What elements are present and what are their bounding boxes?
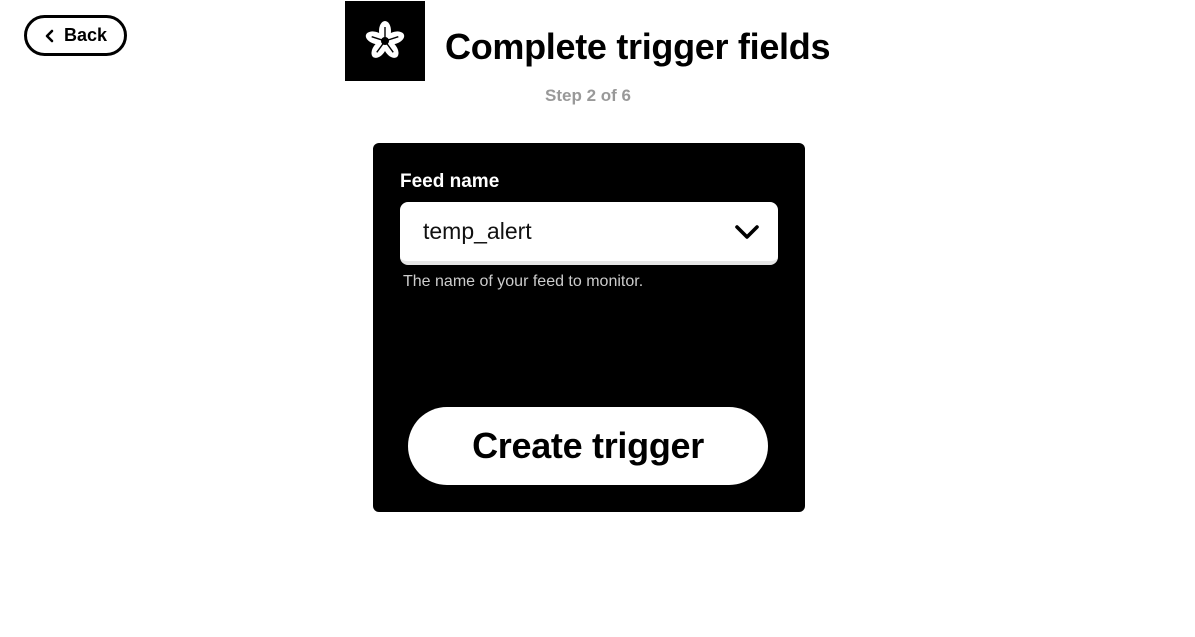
feed-name-label: Feed name (400, 171, 500, 192)
feed-name-value: temp_alert (423, 218, 532, 244)
back-label: Back (63, 25, 108, 45)
trigger-fields-card: Feed name temp_alert The name of your fe… (373, 143, 805, 512)
chevron-down-icon (734, 223, 760, 241)
feed-name-select[interactable]: temp_alert (400, 202, 778, 265)
service-logo (345, 1, 425, 81)
adafruit-flower-icon (365, 21, 405, 58)
back-button[interactable]: Back (24, 15, 127, 56)
chevron-left-icon (44, 29, 56, 43)
feed-name-helper-text: The name of your feed to monitor. (403, 273, 644, 290)
create-trigger-button[interactable]: Create trigger (408, 407, 768, 485)
step-indicator: Step 2 of 6 (545, 86, 631, 105)
page-title: Complete trigger fields (445, 26, 831, 67)
